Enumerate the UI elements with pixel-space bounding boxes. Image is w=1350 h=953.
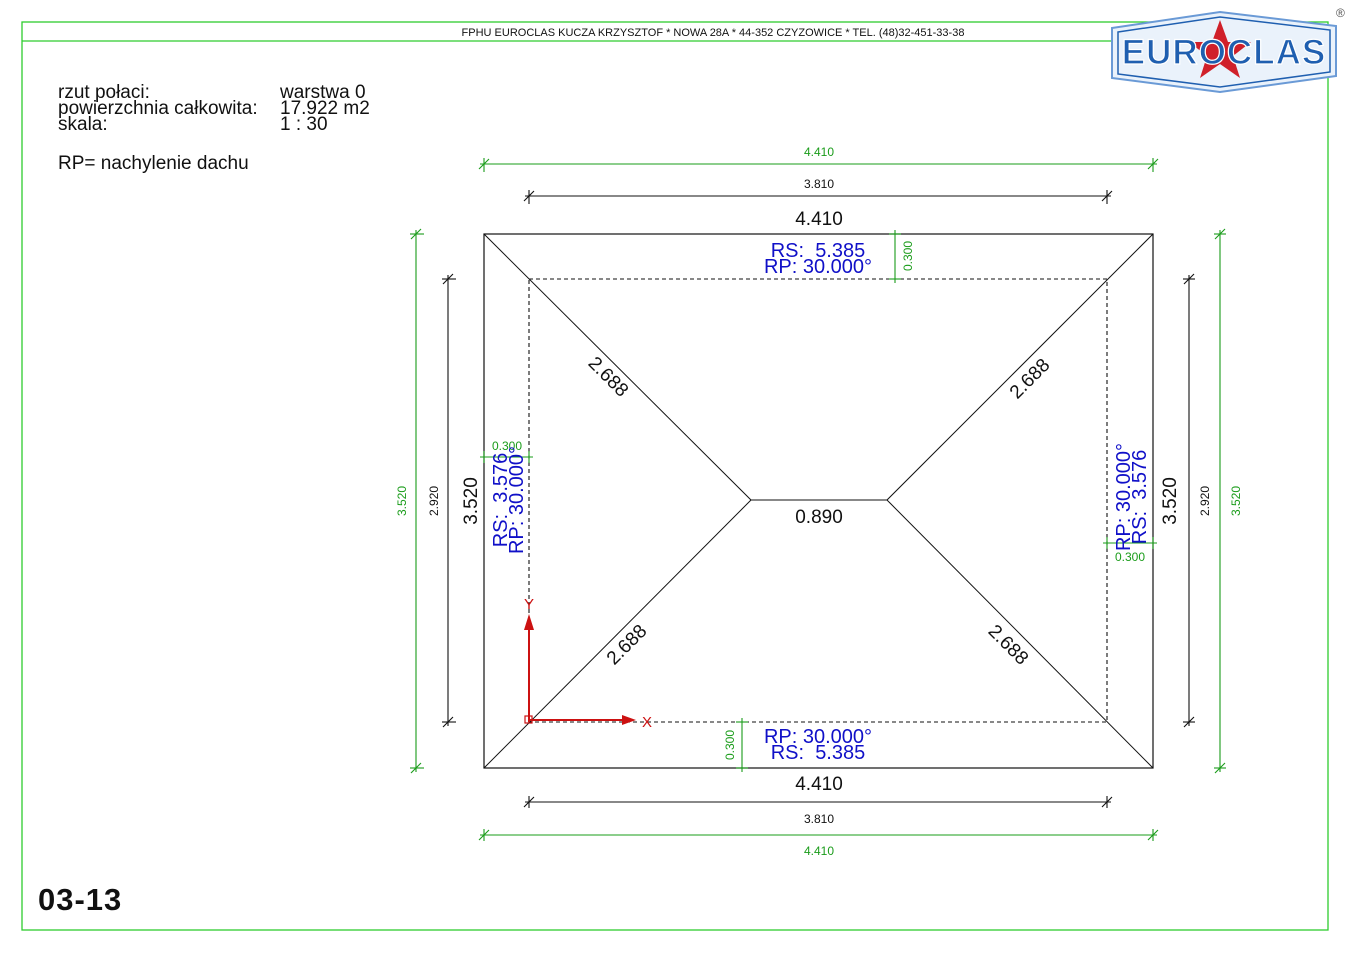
roof-plan-drawing: FPHU EUROCLAS KUCZA KRZYSZTOF * NOWA 28A… (21, 10, 1337, 931)
dim-inner-height-right: 2.920 (1183, 273, 1212, 728)
dim-overhang-bottom-label: 0.300 (723, 730, 737, 760)
dim-inner-width-top: 3.810 (523, 177, 1113, 204)
dim-overhang-top: 0.300 (889, 230, 915, 283)
dim-outer-width-bottom-label: 4.410 (804, 844, 834, 858)
dim-inner-width-bottom-label: 3.810 (804, 812, 834, 826)
face-bottom-rs: RS: 5.385 (771, 742, 866, 764)
dim-outer-height-right-label: 3.520 (1229, 486, 1243, 516)
dim-outer-height-left: 3.520 (395, 228, 424, 774)
y-axis-label: Y (524, 596, 534, 613)
dim-outer-width-top-label: 4.410 (804, 145, 834, 159)
info-block: rzut połaci: warstwa 0 powierzchnia całk… (58, 83, 370, 135)
euroclas-logo: EUROCLAS (1111, 10, 1337, 94)
dim-inner-height-left: 2.920 (427, 273, 456, 728)
dim-inner-width-top-label: 3.810 (804, 177, 834, 191)
y-axis-arrow-icon (524, 614, 534, 630)
hip-label-bottom-right: 2.688 (984, 621, 1032, 669)
dim-outer-width-top: 4.410 (478, 145, 1159, 172)
face-top-annotation: RS: 5.385 RP: 30.000° (764, 240, 872, 278)
info-value-scale: 1 : 30 (280, 114, 328, 135)
company-header: FPHU EUROCLAS KUCZA KRZYSZTOF * NOWA 28A… (462, 27, 965, 39)
dim-outer-width-bottom: 4.410 (478, 829, 1159, 858)
info-label-scale: skala: (58, 114, 108, 135)
face-left-rp: RP: 30.000° (506, 446, 528, 554)
dim-outer-height-left-label: 3.520 (395, 486, 409, 516)
registered-mark: ® (1336, 6, 1345, 20)
dim-overhang-right-label: 0.300 (1115, 550, 1145, 564)
eave-label-top: 4.410 (795, 209, 843, 230)
dim-inner-height-left-label: 2.920 (427, 486, 441, 516)
dim-inner-width-bottom: 3.810 (523, 796, 1113, 826)
dim-inner-height-right-label: 2.920 (1198, 486, 1212, 516)
info-row-scale: skala: 1 : 30 (58, 114, 370, 135)
hip-label-top-right: 2.688 (1006, 355, 1054, 403)
face-bottom-annotation: RP: 30.000° RS: 5.385 (764, 726, 872, 764)
eave-label-right: 3.520 (1160, 477, 1181, 525)
face-right-annotation: RP: 30.000° RS: 3.576 (1113, 443, 1151, 551)
ridge-label: 0.890 (795, 507, 843, 528)
roof-outline (483, 233, 1154, 769)
sheet-number: 03-13 (38, 882, 123, 917)
logo-text: EUROCLAS (1122, 33, 1326, 72)
x-axis-label: X (642, 714, 652, 731)
eave-label-left: 3.520 (461, 477, 482, 525)
dim-overhang-bottom: 0.300 (723, 718, 748, 772)
dim-outer-height-right: 3.520 (1214, 228, 1243, 774)
hip-label-bottom-left: 2.688 (603, 621, 651, 669)
slope-legend: RP= nachylenie dachu (58, 153, 249, 174)
face-top-rp: RP: 30.000° (764, 256, 872, 278)
x-axis-arrow-icon (622, 715, 636, 725)
face-right-rs: RS: 3.576 (1129, 450, 1151, 545)
eave-label-bottom: 4.410 (795, 774, 843, 795)
face-left-annotation: RS: 3.576 RP: 30.000° (490, 446, 528, 554)
hip-label-top-left: 2.688 (584, 353, 632, 401)
dim-overhang-top-label: 0.300 (901, 241, 915, 271)
